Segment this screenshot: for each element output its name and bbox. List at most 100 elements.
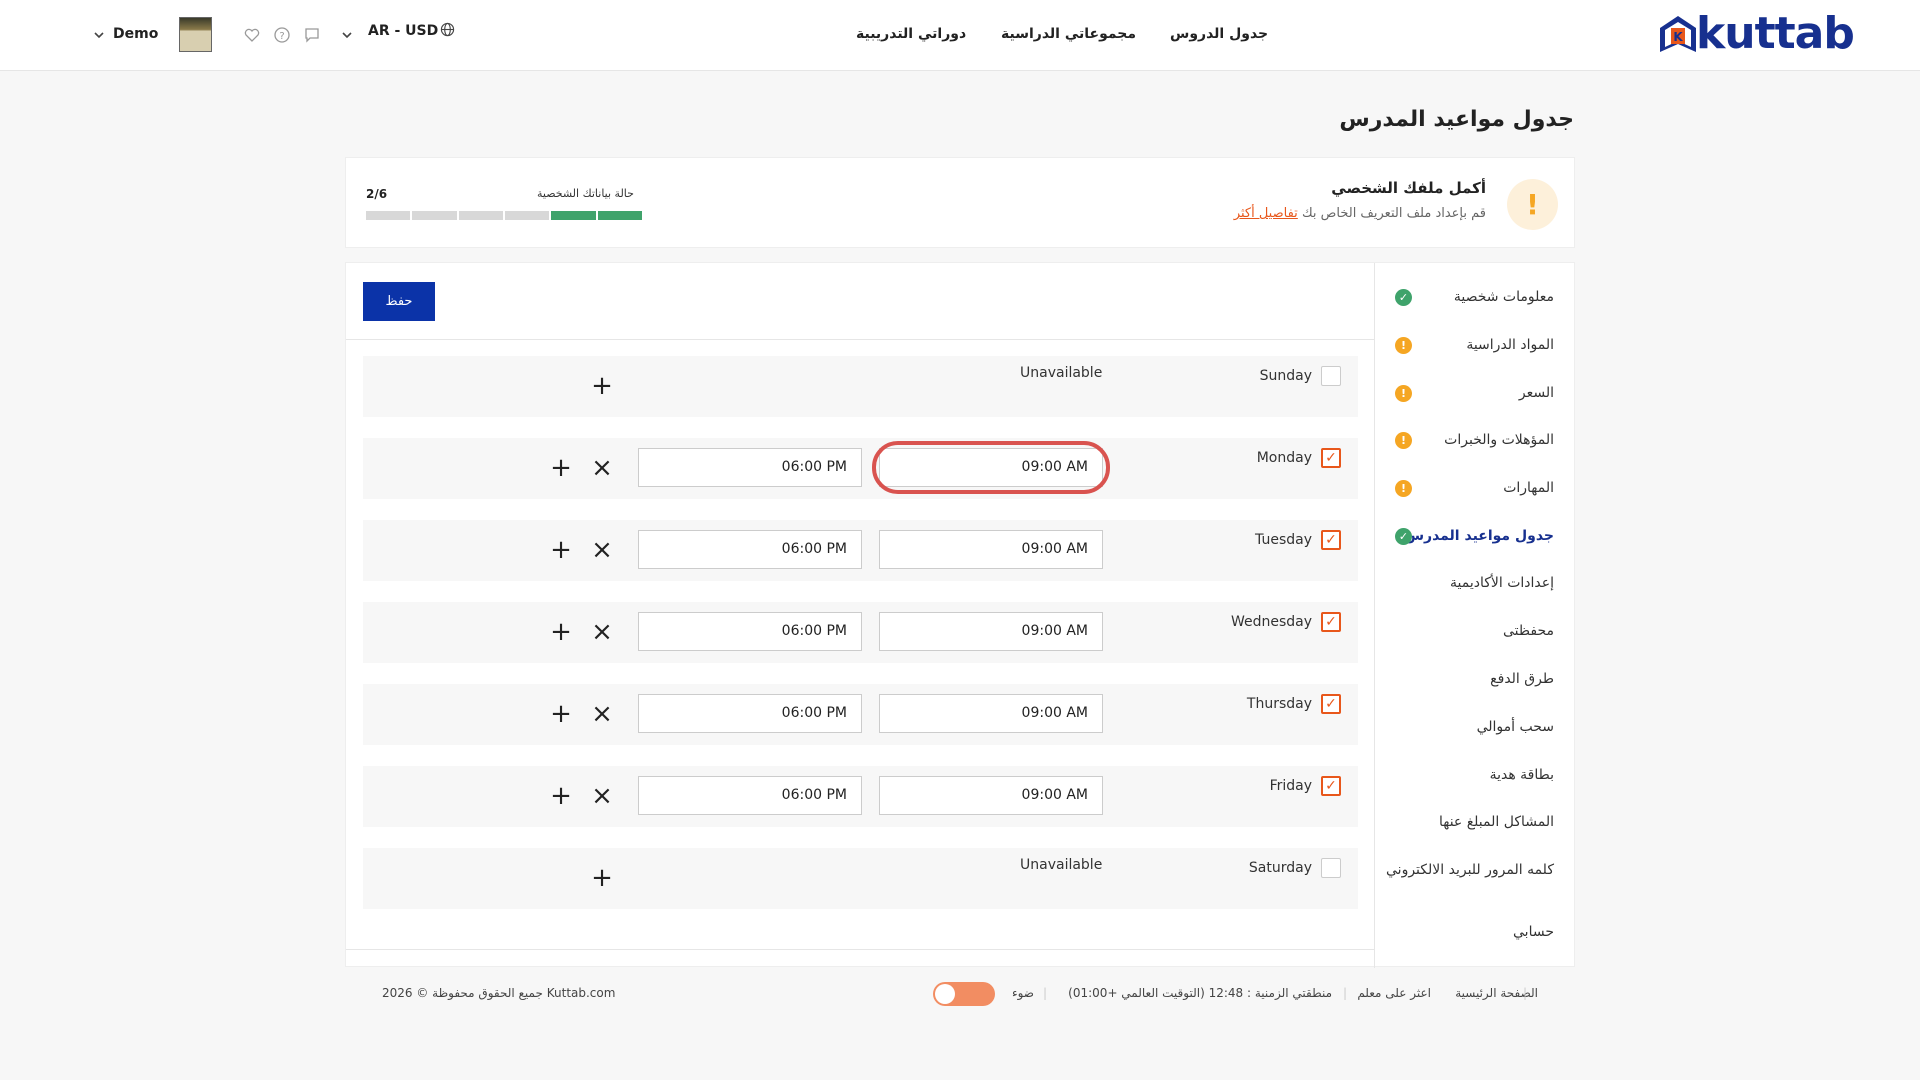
- sidebar-item-label: كلمه المرور للبريد الالكتروني: [1386, 862, 1554, 878]
- add-time-slot-icon[interactable]: +: [550, 455, 572, 481]
- unavailable-label: Unavailable: [1020, 365, 1103, 381]
- logo-text: kuttab: [1696, 8, 1855, 59]
- start-time-input[interactable]: 09:00 AM: [879, 694, 1103, 733]
- day-checkbox[interactable]: [1321, 858, 1341, 878]
- sidebar-item-label: المشاكل المبلغ عنها: [1438, 814, 1554, 830]
- settings-sidebar: معلومات شخصية ✓ المواد الدراسية! السعر! المؤ…: [1374, 263, 1574, 968]
- start-time-input[interactable]: 09:00 AM: [879, 448, 1103, 487]
- add-time-slot-icon[interactable]: +: [591, 865, 613, 891]
- svg-text:?: ?: [279, 31, 284, 42]
- footer-separator: |: [1523, 986, 1528, 1000]
- sidebar-item-label: المهارات: [1503, 480, 1554, 496]
- profile-completion-card: ! أكمل ملفك الشخصي قم بإعداد ملف التعريف…: [345, 157, 1575, 248]
- day-checkbox[interactable]: ✓: [1321, 448, 1341, 468]
- progress-segment: [458, 211, 503, 220]
- divider: [346, 949, 1375, 950]
- warning-circle-icon: !: [1395, 432, 1412, 449]
- sidebar-item[interactable]: طرق الدفع: [1379, 670, 1554, 688]
- sidebar-item[interactable]: محفظتى: [1379, 622, 1554, 640]
- day-checkbox[interactable]: ✓: [1321, 776, 1341, 796]
- footer-find-teacher-link[interactable]: اعثر على معلم: [1357, 986, 1431, 1000]
- warning-circle-icon: !: [1395, 480, 1412, 497]
- check-circle-icon: ✓: [1395, 289, 1412, 306]
- start-time-input[interactable]: 09:00 AM: [879, 612, 1103, 651]
- add-time-slot-icon[interactable]: +: [550, 619, 572, 645]
- schedule-editor: حفظ Sunday Unavailable + ✓ Monday 09:00 AM 06:…: [346, 263, 1375, 968]
- warning-circle-icon: !: [1395, 385, 1412, 402]
- warning-circle-icon: !: [1395, 337, 1412, 354]
- main-panel: حفظ Sunday Unavailable + ✓ Monday 09:00 AM 06:…: [345, 262, 1575, 968]
- progress-segment: [504, 211, 550, 220]
- user-menu-chevron-icon[interactable]: [90, 26, 108, 44]
- heart-icon[interactable]: [243, 26, 261, 44]
- remove-time-slot-icon[interactable]: ×: [591, 783, 613, 809]
- help-icon[interactable]: ?: [273, 26, 291, 44]
- day-checkbox[interactable]: [1321, 366, 1341, 386]
- toggle-knob: [935, 984, 955, 1004]
- divider: [346, 339, 1375, 340]
- profile-card-subtitle-text: قم بإعداد ملف التعريف الخاص بك: [1301, 206, 1486, 221]
- more-details-link[interactable]: تفاصيل أكثر: [1234, 206, 1298, 221]
- end-time-input[interactable]: 06:00 PM: [638, 530, 862, 569]
- end-time-input[interactable]: 06:00 PM: [638, 776, 862, 815]
- nav-lesson-schedule[interactable]: جدول الدروس: [1170, 26, 1268, 42]
- add-time-slot-icon[interactable]: +: [591, 373, 613, 399]
- day-row-wednesday: ✓ Wednesday 09:00 AM 06:00 PM × +: [363, 602, 1358, 663]
- progress-segment: [597, 211, 642, 220]
- day-label: Saturday: [1248, 860, 1312, 876]
- sidebar-item-label: بطاقة هدية: [1489, 767, 1554, 783]
- sidebar-item-label: طرق الدفع: [1490, 671, 1554, 687]
- day-checkbox[interactable]: ✓: [1321, 530, 1341, 550]
- chat-icon[interactable]: [303, 26, 321, 44]
- day-checkbox[interactable]: ✓: [1321, 694, 1341, 714]
- profile-card-subtitle: قم بإعداد ملف التعريف الخاص بك تفاصيل أك…: [1230, 206, 1486, 221]
- remove-time-slot-icon[interactable]: ×: [591, 701, 613, 727]
- end-time-input[interactable]: 06:00 PM: [638, 694, 862, 733]
- sidebar-item[interactable]: بطاقة هدية: [1379, 766, 1554, 784]
- nav-my-groups[interactable]: مجموعاتي الدراسية: [1001, 26, 1136, 42]
- sidebar-item-label: معلومات شخصية: [1453, 289, 1554, 305]
- sidebar-item-label: جدول مواعيد المدرس: [1404, 528, 1554, 544]
- day-label: Monday: [1256, 450, 1312, 466]
- remove-time-slot-icon[interactable]: ×: [591, 455, 613, 481]
- footer-separator: |: [1043, 986, 1048, 1000]
- sidebar-item[interactable]: كلمه المرور للبريد الالكتروني: [1379, 861, 1554, 879]
- day-row-friday: ✓ Friday 09:00 AM 06:00 PM × +: [363, 766, 1358, 827]
- kuttab-logo[interactable]: K kuttab: [1656, 8, 1855, 59]
- sidebar-item[interactable]: إعدادات الأكاديمية: [1379, 574, 1554, 592]
- start-time-input[interactable]: 09:00 AM: [879, 776, 1103, 815]
- user-name[interactable]: Demo: [113, 26, 158, 42]
- save-button[interactable]: حفظ: [363, 282, 435, 321]
- day-label: Wednesday: [1230, 614, 1312, 630]
- unavailable-label: Unavailable: [1020, 857, 1103, 873]
- end-time-input[interactable]: 06:00 PM: [638, 448, 862, 487]
- day-checkbox[interactable]: ✓: [1321, 612, 1341, 632]
- day-row-monday: ✓ Monday 09:00 AM 06:00 PM × +: [363, 438, 1358, 499]
- start-time-input[interactable]: 09:00 AM: [879, 530, 1103, 569]
- add-time-slot-icon[interactable]: +: [550, 537, 572, 563]
- warning-icon: !: [1507, 179, 1558, 230]
- sidebar-item[interactable]: المشاكل المبلغ عنها: [1379, 813, 1554, 831]
- footer-light-label: ضوء: [1011, 986, 1034, 1000]
- remove-time-slot-icon[interactable]: ×: [591, 537, 613, 563]
- day-row-saturday: Saturday Unavailable +: [363, 848, 1358, 909]
- sidebar-item-label: حسابي: [1513, 924, 1554, 940]
- language-currency-selector[interactable]: AR - USD: [368, 22, 455, 39]
- theme-toggle[interactable]: [933, 982, 995, 1006]
- sidebar-item[interactable]: حسابي: [1379, 923, 1554, 941]
- svg-text:K: K: [1673, 30, 1683, 44]
- sidebar-item-label: السعر: [1518, 385, 1554, 401]
- sidebar-item[interactable]: سحب أموالي: [1379, 718, 1554, 736]
- remove-time-slot-icon[interactable]: ×: [591, 619, 613, 645]
- day-label: Tuesday: [1255, 532, 1312, 548]
- chevron-down-icon[interactable]: [338, 26, 356, 44]
- footer-timezone[interactable]: منطقتي الزمنية : 12:48 (التوقيت العالمي …: [1068, 986, 1332, 1000]
- day-row-sunday: Sunday Unavailable +: [363, 356, 1358, 417]
- end-time-input[interactable]: 06:00 PM: [638, 612, 862, 651]
- add-time-slot-icon[interactable]: +: [550, 783, 572, 809]
- language-currency-label: AR - USD: [368, 23, 439, 39]
- progress-segment: [366, 211, 411, 220]
- nav-my-courses[interactable]: دوراتي التدريبية: [856, 26, 966, 42]
- add-time-slot-icon[interactable]: +: [550, 701, 572, 727]
- avatar[interactable]: [179, 17, 212, 52]
